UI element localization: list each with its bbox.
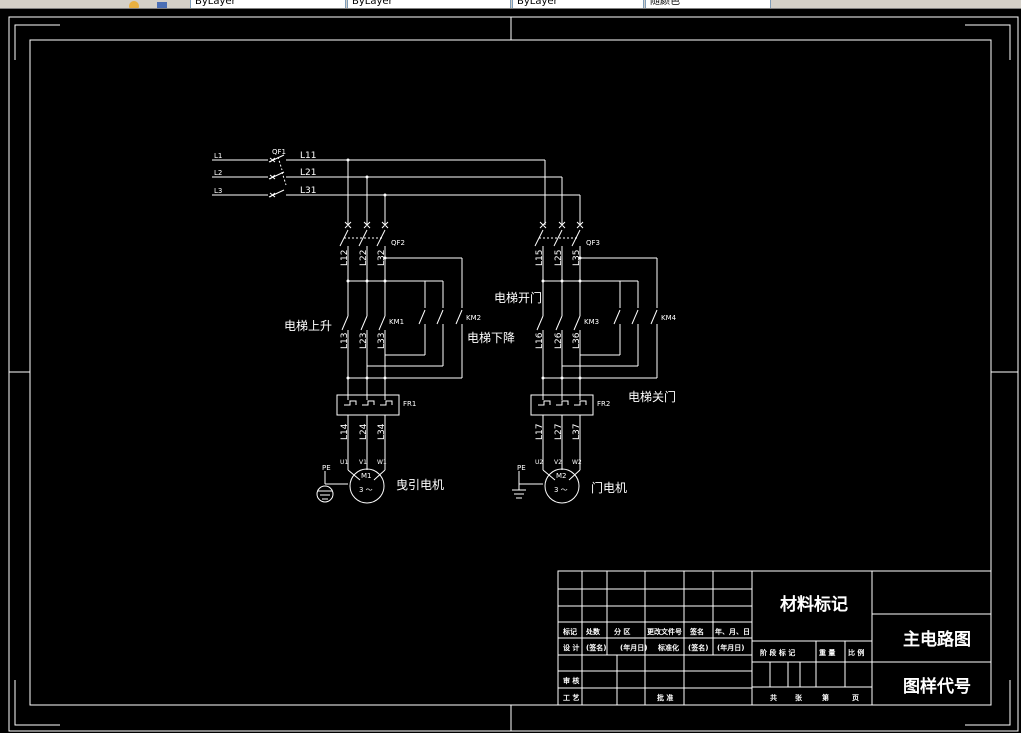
phase-label: L1	[214, 152, 222, 160]
plotstyle-dropdown[interactable]: 随颜色	[645, 0, 771, 8]
phase-label: L2	[214, 169, 222, 177]
terminal-label: U2	[535, 459, 543, 466]
relay-label: FR2	[597, 400, 610, 408]
breaker-label: QF3	[586, 239, 600, 247]
terminal-label: W1	[377, 459, 387, 466]
wire-label: L36	[572, 332, 582, 349]
palette-icon[interactable]	[128, 0, 140, 8]
motor-name: 曳引电机	[396, 478, 444, 492]
color-dropdown[interactable]: ByLayer	[190, 0, 346, 8]
tb-cell: 共	[770, 693, 777, 702]
motor-name: 门电机	[591, 480, 627, 495]
contactor-label: KM2	[466, 314, 481, 322]
wire-label: L15	[535, 250, 545, 266]
motor-phase: 3 ～	[359, 486, 373, 494]
tb-cell: 设 计	[563, 643, 579, 652]
breaker-label: QF2	[391, 239, 405, 247]
lineweight-dropdown[interactable]: ByLayer	[512, 0, 644, 8]
tb-cell: 批 准	[657, 693, 673, 702]
wire-label: L32	[377, 250, 387, 266]
tb-cell: 标记	[562, 627, 577, 636]
terminal-label: V1	[359, 459, 367, 466]
motor1-branch	[316, 160, 463, 504]
linetype-dropdown[interactable]: ByLayer	[347, 0, 511, 8]
wire-label: L35	[572, 250, 582, 266]
label-close: 电梯关门	[628, 389, 676, 404]
contactor-label: KM4	[661, 314, 677, 322]
tb-cell: 标准化	[657, 643, 679, 652]
tb-cell: 签名	[689, 627, 704, 636]
cad-toolbar: ByLayer ByLayer ByLayer 随颜色	[0, 0, 1021, 9]
tb-cell: 重 量	[819, 648, 835, 657]
wire-label: L22	[359, 250, 369, 266]
tb-cell: 张	[795, 693, 803, 702]
ground-label: PE	[517, 464, 526, 472]
label-open: 电梯开门	[494, 290, 542, 305]
wire-label: L23	[359, 333, 369, 349]
tb-cell: 第	[822, 693, 829, 702]
tb-cell: (年月日)	[717, 643, 744, 652]
relay-label: FR1	[403, 400, 416, 408]
tb-cell: (年月日)	[620, 643, 647, 652]
wire-label: L17	[535, 424, 545, 440]
title-block-text: 材料标记 主电路图 图样代号 标记 处数 分 区 更改文件号 签名 年、月、日 …	[562, 594, 971, 702]
supply-labels: L1 L2 L3 QF1 L11 L21 L31	[214, 148, 316, 196]
tb-cell: 更改文件号	[647, 627, 682, 636]
cube-icon[interactable]	[156, 0, 168, 8]
motor-id: M1	[361, 472, 372, 480]
contactor-label: KM1	[389, 318, 404, 326]
motor-id: M2	[556, 472, 567, 480]
wire-label: L34	[377, 423, 387, 440]
drawing-code: 图样代号	[903, 676, 971, 697]
tb-cell: 比 例	[848, 648, 864, 657]
material-mark: 材料标记	[780, 594, 848, 615]
wire-label: L37	[572, 424, 582, 440]
tb-cell: (签名)	[586, 643, 606, 652]
terminal-label: W2	[572, 459, 582, 466]
tb-cell: 工 艺	[563, 693, 579, 702]
tb-cell: 审 核	[563, 676, 579, 685]
tb-cell: (签名)	[688, 643, 708, 652]
wire-label: L25	[554, 250, 564, 266]
ground-label: PE	[322, 464, 331, 472]
wire-label: L26	[554, 332, 564, 349]
phase-label: L3	[214, 187, 222, 195]
terminal-label: U1	[340, 459, 348, 466]
tb-cell: 页	[852, 694, 859, 702]
wire-label: L24	[359, 423, 369, 440]
wire-label: L12	[340, 250, 350, 266]
motor2-branch	[512, 160, 658, 504]
cad-drawing-canvas[interactable]: L1 L2 L3 QF1 L11 L21 L31 QF2 L12 L22 L32…	[0, 9, 1021, 733]
breaker-label: QF1	[272, 148, 286, 156]
wire-label: L14	[340, 423, 350, 440]
terminal-label: V2	[554, 459, 562, 466]
tb-cell: 分 区	[614, 627, 630, 636]
drawing-title: 主电路图	[903, 629, 971, 650]
tb-cell: 年、月、日	[715, 627, 750, 636]
tb-cell: 阶 段 标 记	[760, 648, 795, 657]
wire-label: L11	[300, 151, 316, 161]
wire-label: L21	[300, 168, 316, 178]
motor-phase: 3 ～	[554, 486, 568, 494]
tb-cell: 处数	[585, 627, 601, 636]
wire-label: L16	[535, 332, 545, 349]
supply-lines	[212, 154, 580, 198]
wire-label: L27	[554, 424, 564, 440]
contactor-label: KM3	[584, 318, 599, 326]
drawing-frame	[8, 16, 1019, 732]
label-up: 电梯上升	[284, 319, 332, 333]
wire-label: L13	[340, 333, 350, 349]
label-down: 电梯下降	[467, 331, 515, 345]
wire-label: L33	[377, 333, 387, 349]
wire-label: L31	[300, 186, 316, 196]
motor2-labels: QF3 L15 L25 L35 KM3 KM4 L16 L26 L36 FR2 …	[494, 239, 677, 495]
